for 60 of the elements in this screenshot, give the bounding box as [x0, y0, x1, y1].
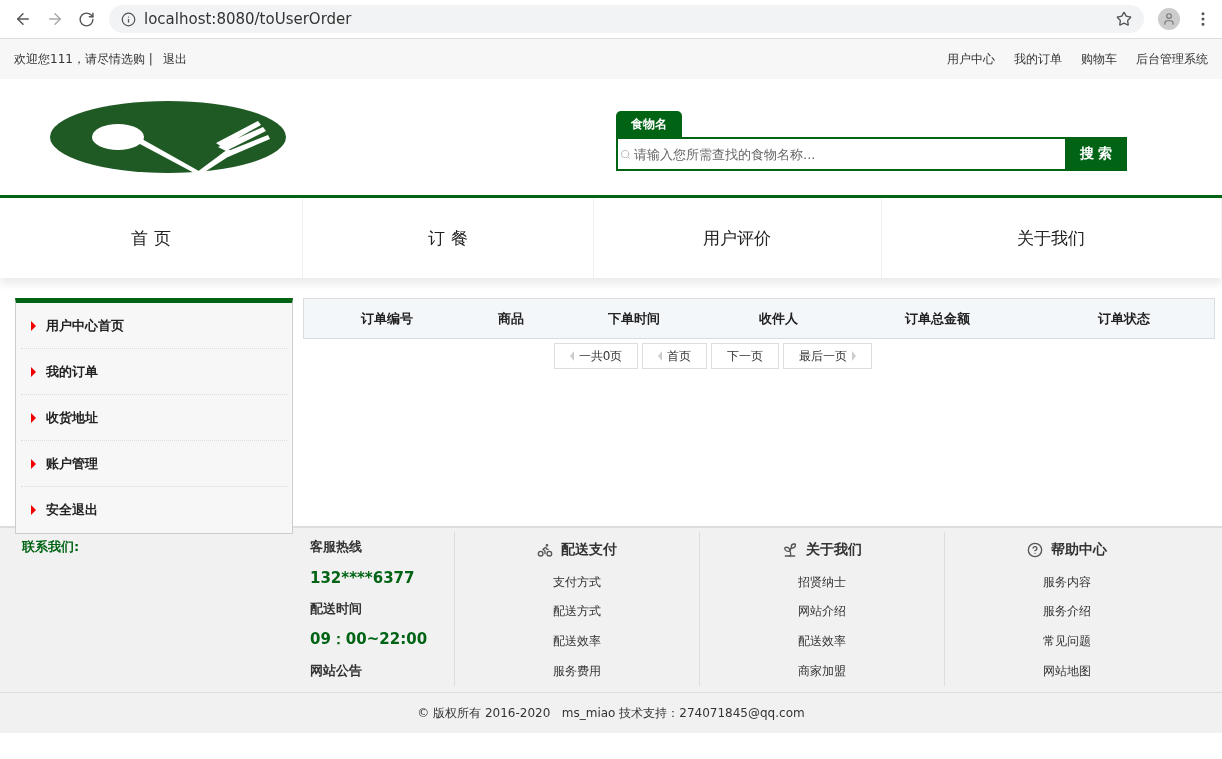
footer-column-title: 帮助中心 [1051, 540, 1107, 559]
search-icon [620, 149, 631, 160]
nav-item[interactable]: 用户评价 [593, 198, 882, 278]
footer-link[interactable]: 服务费用 [553, 656, 601, 686]
back-icon[interactable] [14, 10, 32, 28]
copyright-text: © 版权所有 2016-2020 ms_miao 技术支持：274071845@qq.com [416, 704, 806, 722]
top-link[interactable]: 购物车 [1081, 50, 1117, 68]
search-button[interactable]: 搜 索 [1065, 137, 1127, 171]
help-icon [1027, 541, 1043, 558]
sidebar-item[interactable]: 用户中心首页 [21, 303, 287, 349]
footer-link[interactable]: 服务介绍 [1043, 597, 1091, 627]
column-header: 商品 [497, 309, 525, 328]
bicycle-icon [537, 541, 553, 558]
top-link[interactable]: 我的订单 [1014, 50, 1062, 68]
sidebar-item[interactable]: 安全退出 [21, 487, 287, 533]
sidebar-item[interactable]: 我的订单 [21, 349, 287, 395]
page-button[interactable]: 下一页 [711, 343, 780, 369]
footer-link[interactable]: 配送效率 [798, 626, 846, 657]
footer-link[interactable]: 配送方式 [553, 597, 601, 627]
footer-link[interactable]: 常见问题 [1043, 626, 1091, 657]
footer-column-title: 配送支付 [561, 540, 617, 559]
info-value: 09：00~22:00 [310, 629, 429, 651]
reload-icon[interactable] [78, 10, 95, 28]
search-tab[interactable]: 食物名 [616, 111, 682, 137]
nav-item[interactable]: 首 页 [0, 198, 304, 278]
footer-link[interactable]: 商家加盟 [798, 656, 846, 686]
top-link[interactable]: 后台管理系统 [1136, 50, 1208, 68]
page-button[interactable]: 最后一页 [783, 343, 873, 369]
info-label: 网站公告 [310, 661, 363, 680]
profile-avatar[interactable] [1158, 8, 1180, 30]
column-header: 订单编号 [360, 309, 414, 328]
footer-link[interactable]: 支付方式 [553, 567, 601, 598]
footer-link[interactable]: 服务内容 [1043, 567, 1091, 598]
leaf-icon [782, 541, 798, 558]
logout-link[interactable]: 退出 [162, 50, 187, 68]
info-label: 客服热线 [310, 538, 363, 557]
info-label: 配送时间 [310, 600, 363, 618]
contact-title: 联系我们: [21, 538, 81, 556]
footer-link[interactable]: 配送效率 [553, 626, 601, 657]
column-header: 下单时间 [607, 309, 661, 328]
page-button[interactable]: 一共0页 [553, 343, 639, 369]
footer-link[interactable]: 网站地图 [1043, 656, 1091, 686]
footer-link[interactable]: 招贤纳士 [798, 567, 846, 598]
info-icon[interactable] [121, 11, 136, 27]
column-header: 订单总金额 [903, 309, 971, 328]
footer-column-title: 关于我们 [806, 540, 862, 559]
column-header: 收件人 [757, 309, 799, 328]
nav-item[interactable]: 订 餐 [303, 198, 594, 278]
info-value: 132****6377 [310, 568, 416, 590]
search-field[interactable]: 请输入您所需查找的食物名称... [616, 137, 1065, 171]
address-bar[interactable]: localhost:8080/toUserOrder [109, 5, 1144, 33]
sidebar-item[interactable]: 收货地址 [21, 395, 287, 441]
welcome-text: 欢迎您111，请尽情选购 | [14, 50, 153, 68]
column-header: 订单状态 [1097, 309, 1151, 328]
top-link[interactable]: 用户中心 [947, 50, 995, 68]
star-icon[interactable] [1116, 11, 1132, 27]
page-button[interactable]: 首页 [642, 343, 708, 369]
nav-item[interactable]: 关于我们 [881, 198, 1222, 278]
sidebar-item[interactable]: 账户管理 [21, 441, 287, 487]
footer-link[interactable]: 网站介绍 [798, 597, 846, 627]
